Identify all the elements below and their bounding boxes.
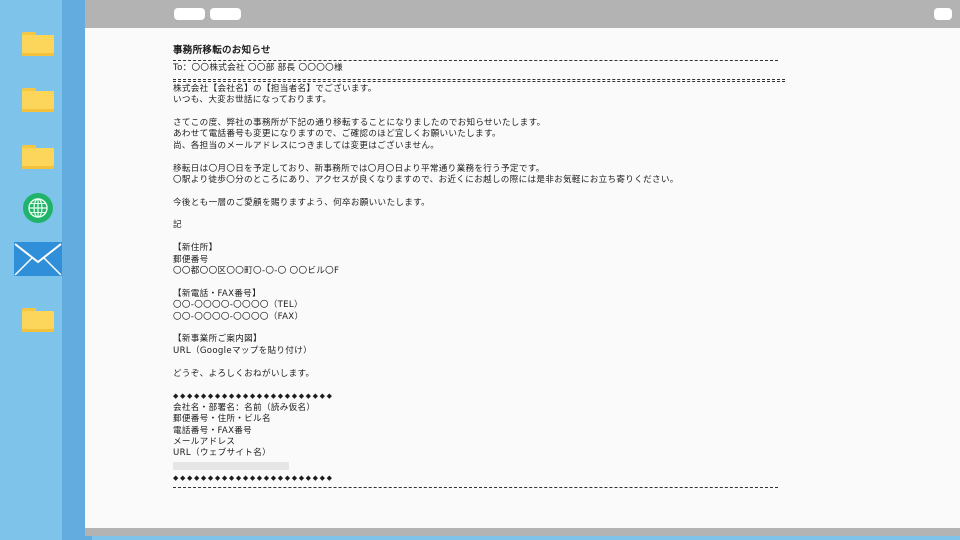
window-titlebar[interactable] bbox=[85, 0, 960, 28]
phone-heading: 【新電話・FAX番号】 bbox=[173, 288, 261, 299]
map-url: URL（Googleマップを貼り付け） bbox=[173, 345, 312, 356]
signature-line: URL（ウェブサイト名） bbox=[173, 448, 271, 459]
phone-fax: 〇〇-〇〇〇〇-〇〇〇〇（FAX） bbox=[173, 311, 304, 322]
address-postal: 郵便番号 bbox=[173, 254, 209, 265]
address-detail: 〇〇都〇〇区〇〇町〇-〇-〇 〇〇ビル〇F bbox=[173, 266, 340, 277]
folder-icon[interactable] bbox=[22, 32, 54, 56]
signature-line: 会社名・部署名：名前（読み仮名） bbox=[173, 402, 316, 413]
greeting-line: いつも、大変お世話になっております。 bbox=[173, 95, 332, 106]
folder-icon[interactable] bbox=[22, 145, 54, 169]
mail-to: To：〇〇株式会社 〇〇部 部長 〇〇〇〇様 bbox=[173, 63, 343, 74]
body-line: さてこの度、弊社の事務所が下記の通り移転することになりましたのでお知らせいたしま… bbox=[173, 117, 546, 128]
body-line: あわせて電話番号も変更になりますので、ご確認のほど宜しくお願いいたします。 bbox=[173, 129, 501, 140]
signature-line: メールアドレス bbox=[173, 436, 236, 447]
mail-window: 事務所移転のお知らせ To：〇〇株式会社 〇〇部 部長 〇〇〇〇様 株式会社【会… bbox=[85, 0, 960, 536]
address-heading: 【新住所】 bbox=[173, 243, 218, 254]
window-button[interactable] bbox=[174, 8, 205, 20]
mail-icon[interactable] bbox=[14, 242, 62, 276]
signature-line: 郵便番号・住所・ビル名 bbox=[173, 414, 271, 425]
redacted-text bbox=[173, 461, 289, 470]
signature-divider-bottom: ◆◆◆◆◆◆◆◆◆◆◆◆◆◆◆◆◆◆◆◆◆◆◆ bbox=[173, 473, 334, 482]
globe-icon[interactable] bbox=[22, 192, 54, 224]
signature-divider-top: ◆◆◆◆◆◆◆◆◆◆◆◆◆◆◆◆◆◆◆◆◆◆◆ bbox=[173, 392, 334, 401]
double-divider bbox=[173, 78, 785, 82]
window-bottom-bar bbox=[85, 528, 960, 536]
phone-tel: 〇〇-〇〇〇〇-〇〇〇〇（TEL） bbox=[173, 300, 303, 311]
ki-mark: 記 bbox=[173, 220, 182, 231]
folder-icon[interactable] bbox=[22, 88, 54, 112]
signature-line: 電話番号・FAX番号 bbox=[173, 425, 253, 436]
greeting-line: 株式会社【会社名】の【担当者名】でございます。 bbox=[173, 83, 377, 94]
folder-icon[interactable] bbox=[22, 308, 54, 332]
divider bbox=[173, 487, 778, 489]
body-line: 移転日は〇月〇日を予定しており、新事務所では〇月〇日より平常通り業務を行う予定で… bbox=[173, 163, 545, 174]
body-line: 〇駅より徒歩〇分のところにあり、アクセスが良くなりますので、お近くにお越しの際に… bbox=[173, 174, 679, 185]
closing-line: 今後とも一層のご愛顧を賜りますよう、何卒お願いいたします。 bbox=[173, 197, 431, 208]
closing-line: どうぞ、よろしくおねがいします。 bbox=[173, 368, 315, 379]
window-close-button[interactable] bbox=[934, 8, 952, 20]
divider bbox=[173, 60, 778, 62]
window-button[interactable] bbox=[210, 8, 241, 20]
mail-title: 事務所移転のお知らせ bbox=[173, 45, 271, 56]
map-heading: 【新事業所ご案内図】 bbox=[173, 334, 262, 345]
body-line: 尚、各担当のメールアドレスにつきましては変更はございません。 bbox=[173, 140, 440, 151]
mail-body: 事務所移転のお知らせ To：〇〇株式会社 〇〇部 部長 〇〇〇〇様 株式会社【会… bbox=[173, 45, 785, 490]
